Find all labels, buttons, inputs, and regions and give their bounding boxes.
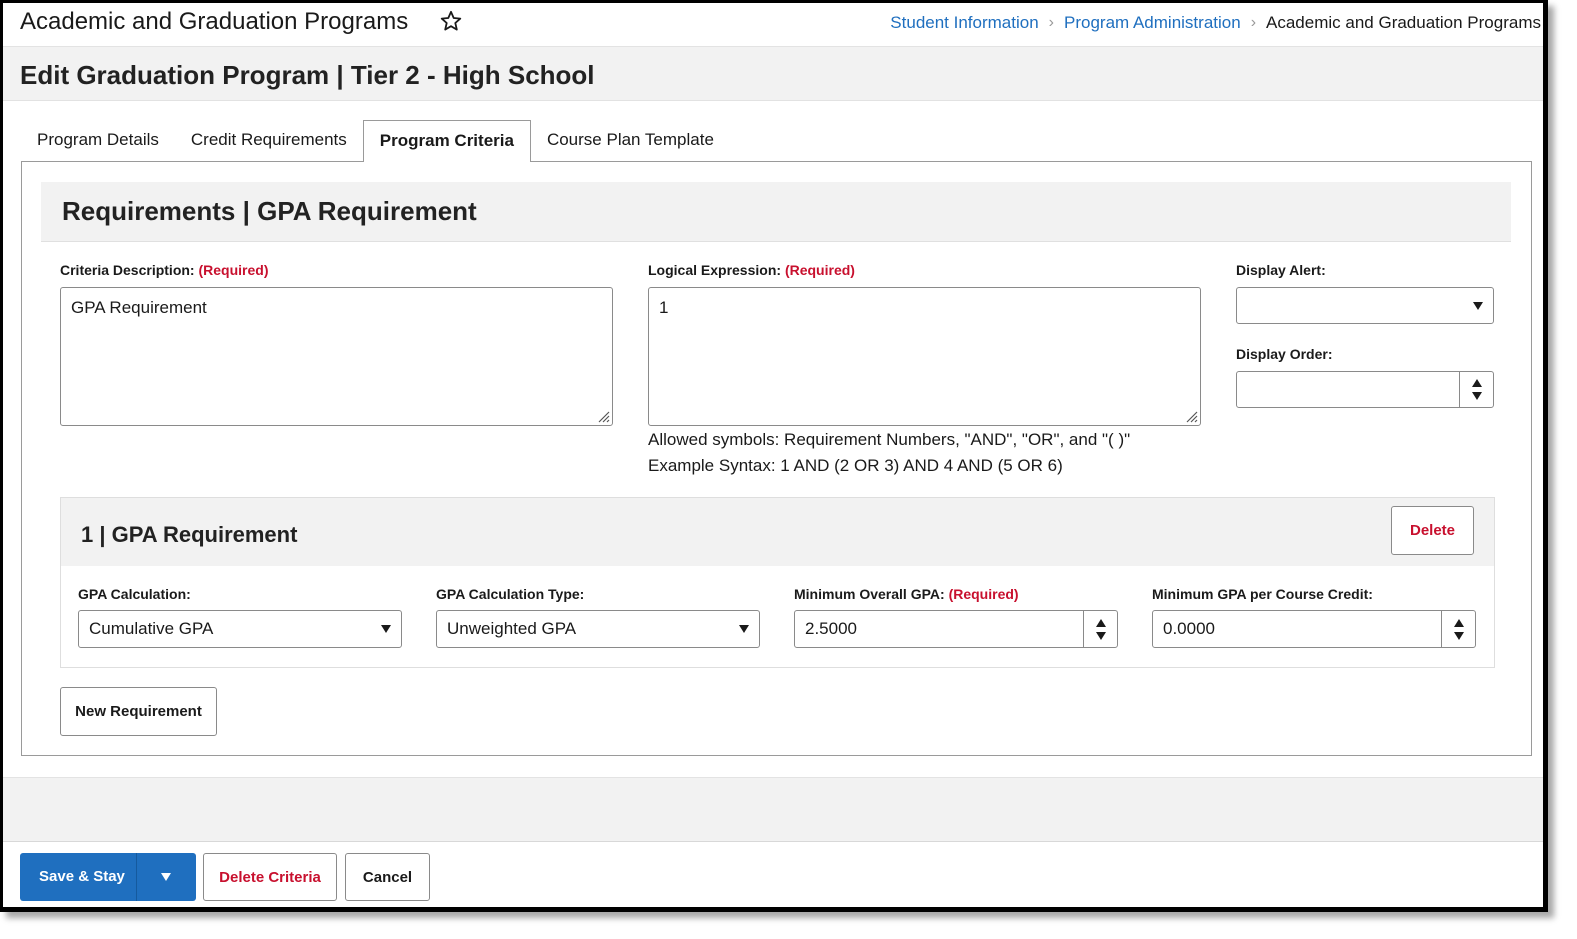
criteria-description-label: Criteria Description: (Required) [60, 262, 268, 278]
minimum-overall-gpa-label-text: Minimum Overall GPA: [794, 586, 945, 602]
stepper-buttons[interactable] [1083, 611, 1117, 647]
tab-program-criteria[interactable]: Program Criteria [362, 120, 531, 162]
stepper-down-icon[interactable] [1471, 392, 1482, 400]
stepper-down-icon[interactable] [1453, 631, 1464, 640]
app-title: Academic and Graduation Programs [20, 8, 409, 35]
minimum-overall-gpa-value: 2.5000 [805, 619, 857, 638]
page-title-bar: Edit Graduation Program | Tier 2 - High … [3, 47, 1543, 101]
resize-handle-icon[interactable] [596, 409, 610, 423]
stepper-up-icon[interactable] [1471, 379, 1482, 387]
save-and-stay-button[interactable]: Save & Stay [20, 853, 196, 901]
chevron-right-icon: › [1048, 14, 1054, 31]
criteria-description-value: GPA Requirement [71, 298, 207, 317]
minimum-overall-gpa-stepper[interactable]: 2.5000 [794, 610, 1118, 648]
logical-expression-value: 1 [659, 298, 669, 317]
requirements-title: Requirements | GPA Requirement [62, 196, 477, 226]
page-title: Edit Graduation Program | Tier 2 - High … [20, 60, 595, 90]
new-requirement-button[interactable]: New Requirement [60, 687, 217, 736]
save-and-stay-label: Save & Stay [39, 868, 125, 885]
required-indicator: (Required) [948, 586, 1019, 602]
gpa-calculation-label: GPA Calculation: [78, 586, 191, 602]
requirement-item-header: 1 | GPA Requirement Delete [61, 498, 1494, 566]
required-indicator: (Required) [198, 262, 269, 278]
dropdown-caret-icon [1473, 301, 1483, 310]
favorite-star-icon[interactable] [439, 9, 463, 33]
tab-credit-requirements[interactable]: Credit Requirements [175, 120, 363, 162]
requirements-header: Requirements | GPA Requirement [41, 182, 1511, 242]
program-criteria-panel: Requirements | GPA Requirement Criteria … [21, 161, 1532, 756]
requirement-item-title: 1 | GPA Requirement [81, 522, 298, 547]
stepper-buttons[interactable] [1441, 611, 1475, 647]
dropdown-caret-icon [381, 625, 391, 633]
stepper-up-icon[interactable] [1453, 618, 1464, 627]
stepper-buttons[interactable] [1459, 372, 1493, 407]
minimum-overall-gpa-label: Minimum Overall GPA: (Required) [794, 586, 1019, 602]
tab-bar: Program Details Credit Requirements Prog… [21, 120, 730, 162]
display-order-label: Display Order: [1236, 346, 1333, 362]
gpa-calculation-type-value: Unweighted GPA [447, 619, 577, 638]
logical-expression-textarea[interactable]: 1 [648, 287, 1201, 426]
gpa-calculation-select[interactable]: Cumulative GPA [78, 610, 402, 648]
criteria-description-textarea[interactable]: GPA Requirement [60, 287, 613, 426]
stepper-up-icon[interactable] [1095, 618, 1106, 627]
breadcrumb-link-program-administration[interactable]: Program Administration [1064, 13, 1241, 33]
delete-criteria-button[interactable]: Delete Criteria [203, 853, 337, 901]
top-bar: Academic and Graduation Programs Student… [3, 3, 1543, 47]
gpa-calculation-value: Cumulative GPA [89, 619, 214, 638]
resize-handle-icon[interactable] [1184, 409, 1198, 423]
minimum-gpa-per-credit-label: Minimum GPA per Course Credit: [1152, 586, 1373, 602]
requirement-item: 1 | GPA Requirement Delete GPA Calculati… [60, 497, 1495, 668]
cancel-button[interactable]: Cancel [345, 853, 430, 901]
allowed-symbols-help: Allowed symbols: Requirement Numbers, "A… [648, 430, 1131, 449]
app-window: Academic and Graduation Programs Student… [0, 0, 1548, 912]
tab-program-details[interactable]: Program Details [21, 120, 175, 162]
minimum-gpa-per-credit-value: 0.0000 [1163, 619, 1215, 638]
display-alert-label: Display Alert: [1236, 262, 1326, 278]
button-divider [136, 853, 137, 901]
stepper-down-icon[interactable] [1095, 631, 1106, 640]
tab-course-plan-template[interactable]: Course Plan Template [531, 120, 730, 162]
footer-spacer [3, 777, 1543, 841]
logical-expression-label-text: Logical Expression: [648, 262, 782, 278]
gpa-calculation-type-select[interactable]: Unweighted GPA [436, 610, 760, 648]
display-alert-select[interactable] [1236, 287, 1494, 324]
save-options-dropdown-icon[interactable] [161, 873, 171, 881]
breadcrumb-link-student-information[interactable]: Student Information [890, 13, 1038, 33]
breadcrumb-current: Academic and Graduation Programs [1266, 13, 1541, 32]
criteria-description-label-text: Criteria Description: [60, 262, 195, 278]
gpa-calculation-type-label: GPA Calculation Type: [436, 586, 585, 602]
example-syntax-help: Example Syntax: 1 AND (2 OR 3) AND 4 AND… [648, 456, 1063, 475]
breadcrumb: Student Information › Program Administra… [890, 13, 1541, 33]
action-bar: Save & Stay Delete Criteria Cancel [3, 841, 1543, 907]
minimum-gpa-per-credit-stepper[interactable]: 0.0000 [1152, 610, 1476, 648]
delete-requirement-button[interactable]: Delete [1391, 506, 1474, 555]
required-indicator: (Required) [784, 262, 855, 278]
dropdown-caret-icon [739, 625, 749, 633]
logical-expression-label: Logical Expression: (Required) [648, 262, 855, 278]
display-order-stepper[interactable] [1236, 371, 1494, 408]
chevron-right-icon: › [1250, 14, 1257, 31]
